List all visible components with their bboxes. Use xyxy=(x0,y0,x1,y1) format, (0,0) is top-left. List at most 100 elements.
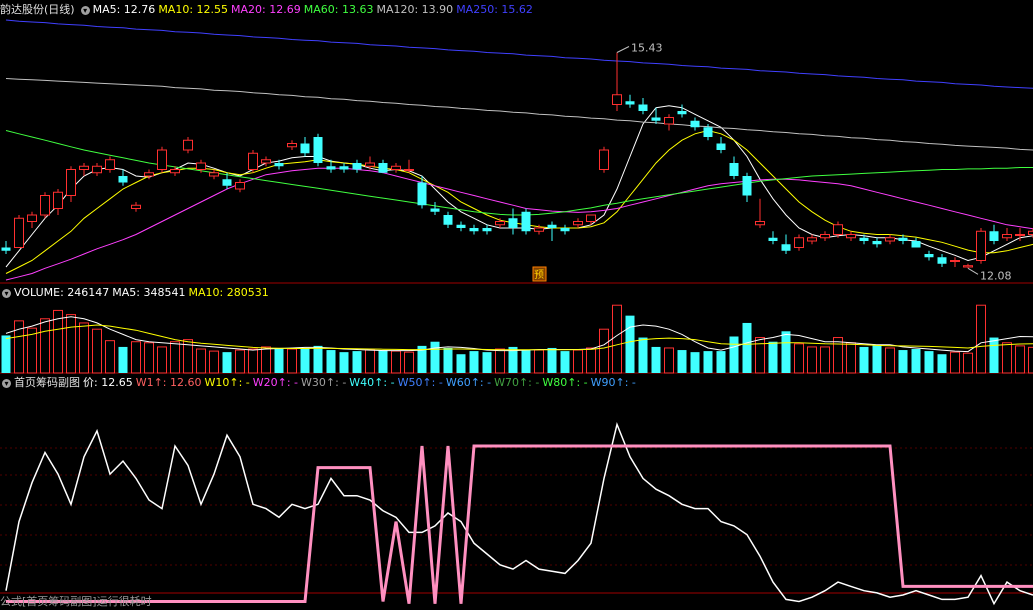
volume-bar xyxy=(976,304,986,374)
candle-body xyxy=(820,234,830,239)
volume-bar xyxy=(378,350,388,373)
volume-bar xyxy=(352,351,362,373)
candle-body xyxy=(92,165,102,174)
candle-body xyxy=(716,143,726,150)
volume-bar xyxy=(534,349,544,374)
volume-bar xyxy=(690,352,700,373)
volume-bar xyxy=(131,341,141,374)
volume-bar xyxy=(456,354,466,373)
candle-body xyxy=(911,241,921,248)
low-marker-arrow xyxy=(967,267,979,275)
high-price-label: 15.43 xyxy=(631,42,663,55)
volume-bar xyxy=(209,350,219,374)
candle-body xyxy=(846,234,856,239)
candle-body xyxy=(352,163,362,170)
volume-bar xyxy=(742,322,752,373)
candle-body xyxy=(469,228,479,232)
volume-bar xyxy=(677,350,687,373)
candle-body xyxy=(976,230,986,261)
volume-bar xyxy=(664,347,674,374)
volume-bar xyxy=(781,331,791,373)
volume-bar xyxy=(794,343,804,374)
volume-bar xyxy=(495,348,505,374)
event-badge-label: 预 xyxy=(534,269,544,281)
candle-body xyxy=(248,152,258,170)
candle-body xyxy=(690,120,700,128)
candle-body xyxy=(53,191,63,209)
candle-body xyxy=(404,169,414,171)
candle-body xyxy=(443,215,453,225)
candle-body xyxy=(599,149,609,170)
volume-bar xyxy=(911,349,921,373)
candle-body xyxy=(560,228,570,232)
candle-body xyxy=(430,208,440,212)
candle-body xyxy=(950,260,960,262)
candle-body xyxy=(937,257,947,264)
volume-bar xyxy=(196,348,206,374)
low-price-label: 12.08 xyxy=(980,269,1012,282)
volume-bar xyxy=(40,318,50,374)
volume-bar xyxy=(950,351,960,374)
volume-bar xyxy=(144,342,154,374)
candle-body xyxy=(378,163,388,173)
volume-bar xyxy=(326,350,336,373)
candle-body xyxy=(859,237,869,241)
volume-bar xyxy=(651,346,661,373)
volume-bar xyxy=(157,346,167,374)
volume-bar xyxy=(755,337,765,374)
volume-bar xyxy=(729,336,739,373)
volume-bar xyxy=(313,345,323,373)
candle-body xyxy=(456,224,466,228)
volume-bar xyxy=(625,315,635,373)
volume-bar xyxy=(79,322,89,374)
candle-body xyxy=(300,143,310,154)
candle-body xyxy=(521,211,531,232)
candle-body xyxy=(573,221,583,226)
volume-bar xyxy=(599,328,609,374)
volume-bar xyxy=(521,350,531,373)
candle-body xyxy=(365,162,375,167)
volume-bar xyxy=(638,337,648,373)
candle-body xyxy=(261,159,271,164)
volume-bar xyxy=(573,349,583,374)
candle-body xyxy=(508,218,518,228)
volume-bar xyxy=(170,341,180,374)
candle-body xyxy=(209,172,219,177)
volume-bar xyxy=(833,337,843,374)
volume-bar xyxy=(586,347,596,374)
volume-bar xyxy=(339,352,349,373)
candle-body xyxy=(547,224,557,228)
kline-chart[interactable]: 15.43 12.08 预 xyxy=(0,0,1033,610)
candle-body xyxy=(1,247,11,251)
candle-body xyxy=(807,237,817,242)
ma-line-ma250 xyxy=(5,19,1033,89)
candle-body xyxy=(27,214,37,222)
volume-bar xyxy=(248,348,258,374)
candle-body xyxy=(183,139,193,151)
volume-bar xyxy=(1,335,11,373)
volume-bar xyxy=(859,346,869,373)
candle-body xyxy=(105,159,115,170)
candle-body xyxy=(898,237,908,241)
candle-body xyxy=(872,241,882,245)
candle-body xyxy=(625,101,635,105)
volume-bar xyxy=(443,347,453,373)
volume-bar xyxy=(885,347,895,374)
volume-bar xyxy=(1002,342,1012,374)
volume-bar xyxy=(469,351,479,373)
volume-bar xyxy=(118,346,128,373)
candle-body xyxy=(1028,230,1033,235)
candle-body xyxy=(313,137,323,163)
volume-bar xyxy=(300,347,310,373)
volume-bar xyxy=(66,314,76,374)
candle-body xyxy=(833,224,843,235)
candle-body xyxy=(417,182,427,206)
candle-body xyxy=(963,265,973,268)
candle-body xyxy=(495,221,505,226)
candle-body xyxy=(755,221,765,226)
volume-bar xyxy=(92,328,102,374)
candle-body xyxy=(40,195,50,216)
candle-body xyxy=(768,237,778,241)
candle-body xyxy=(1002,234,1012,239)
candle-body xyxy=(131,204,141,209)
